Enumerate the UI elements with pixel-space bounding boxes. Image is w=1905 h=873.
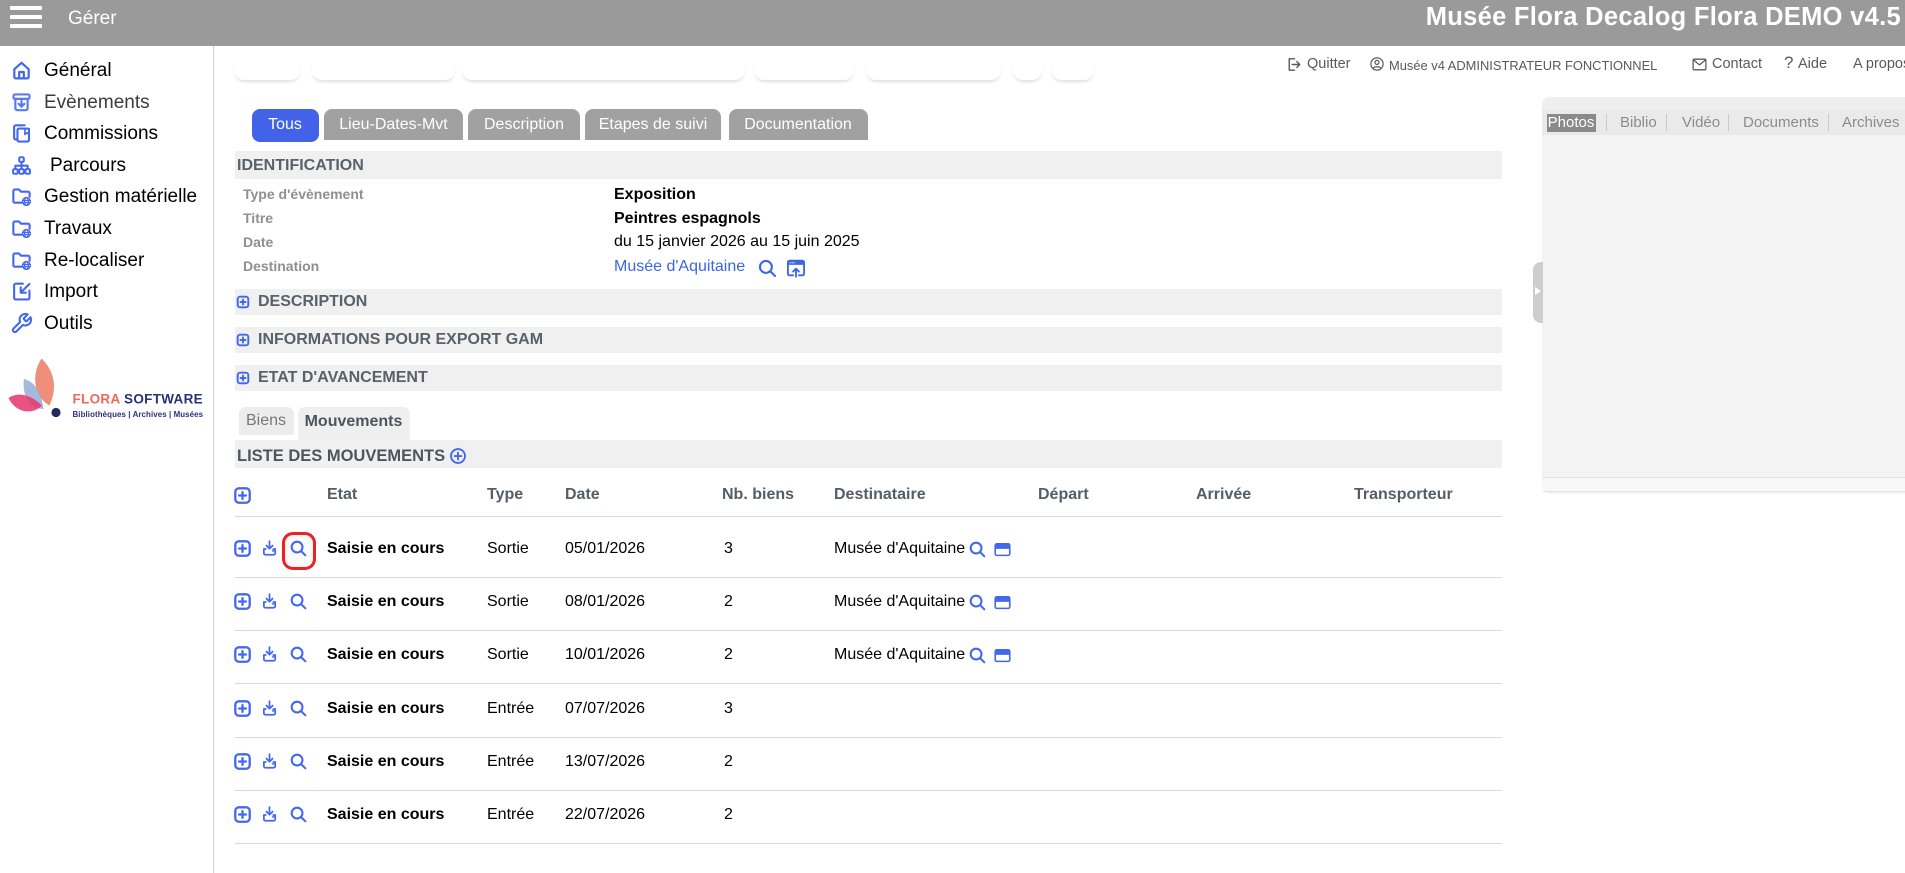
svg-text:Bibliothèques | Archives | Mus: Bibliothèques | Archives | Musées xyxy=(73,410,204,419)
svg-text:FLORA SOFTWARE: FLORA SOFTWARE xyxy=(73,392,203,407)
